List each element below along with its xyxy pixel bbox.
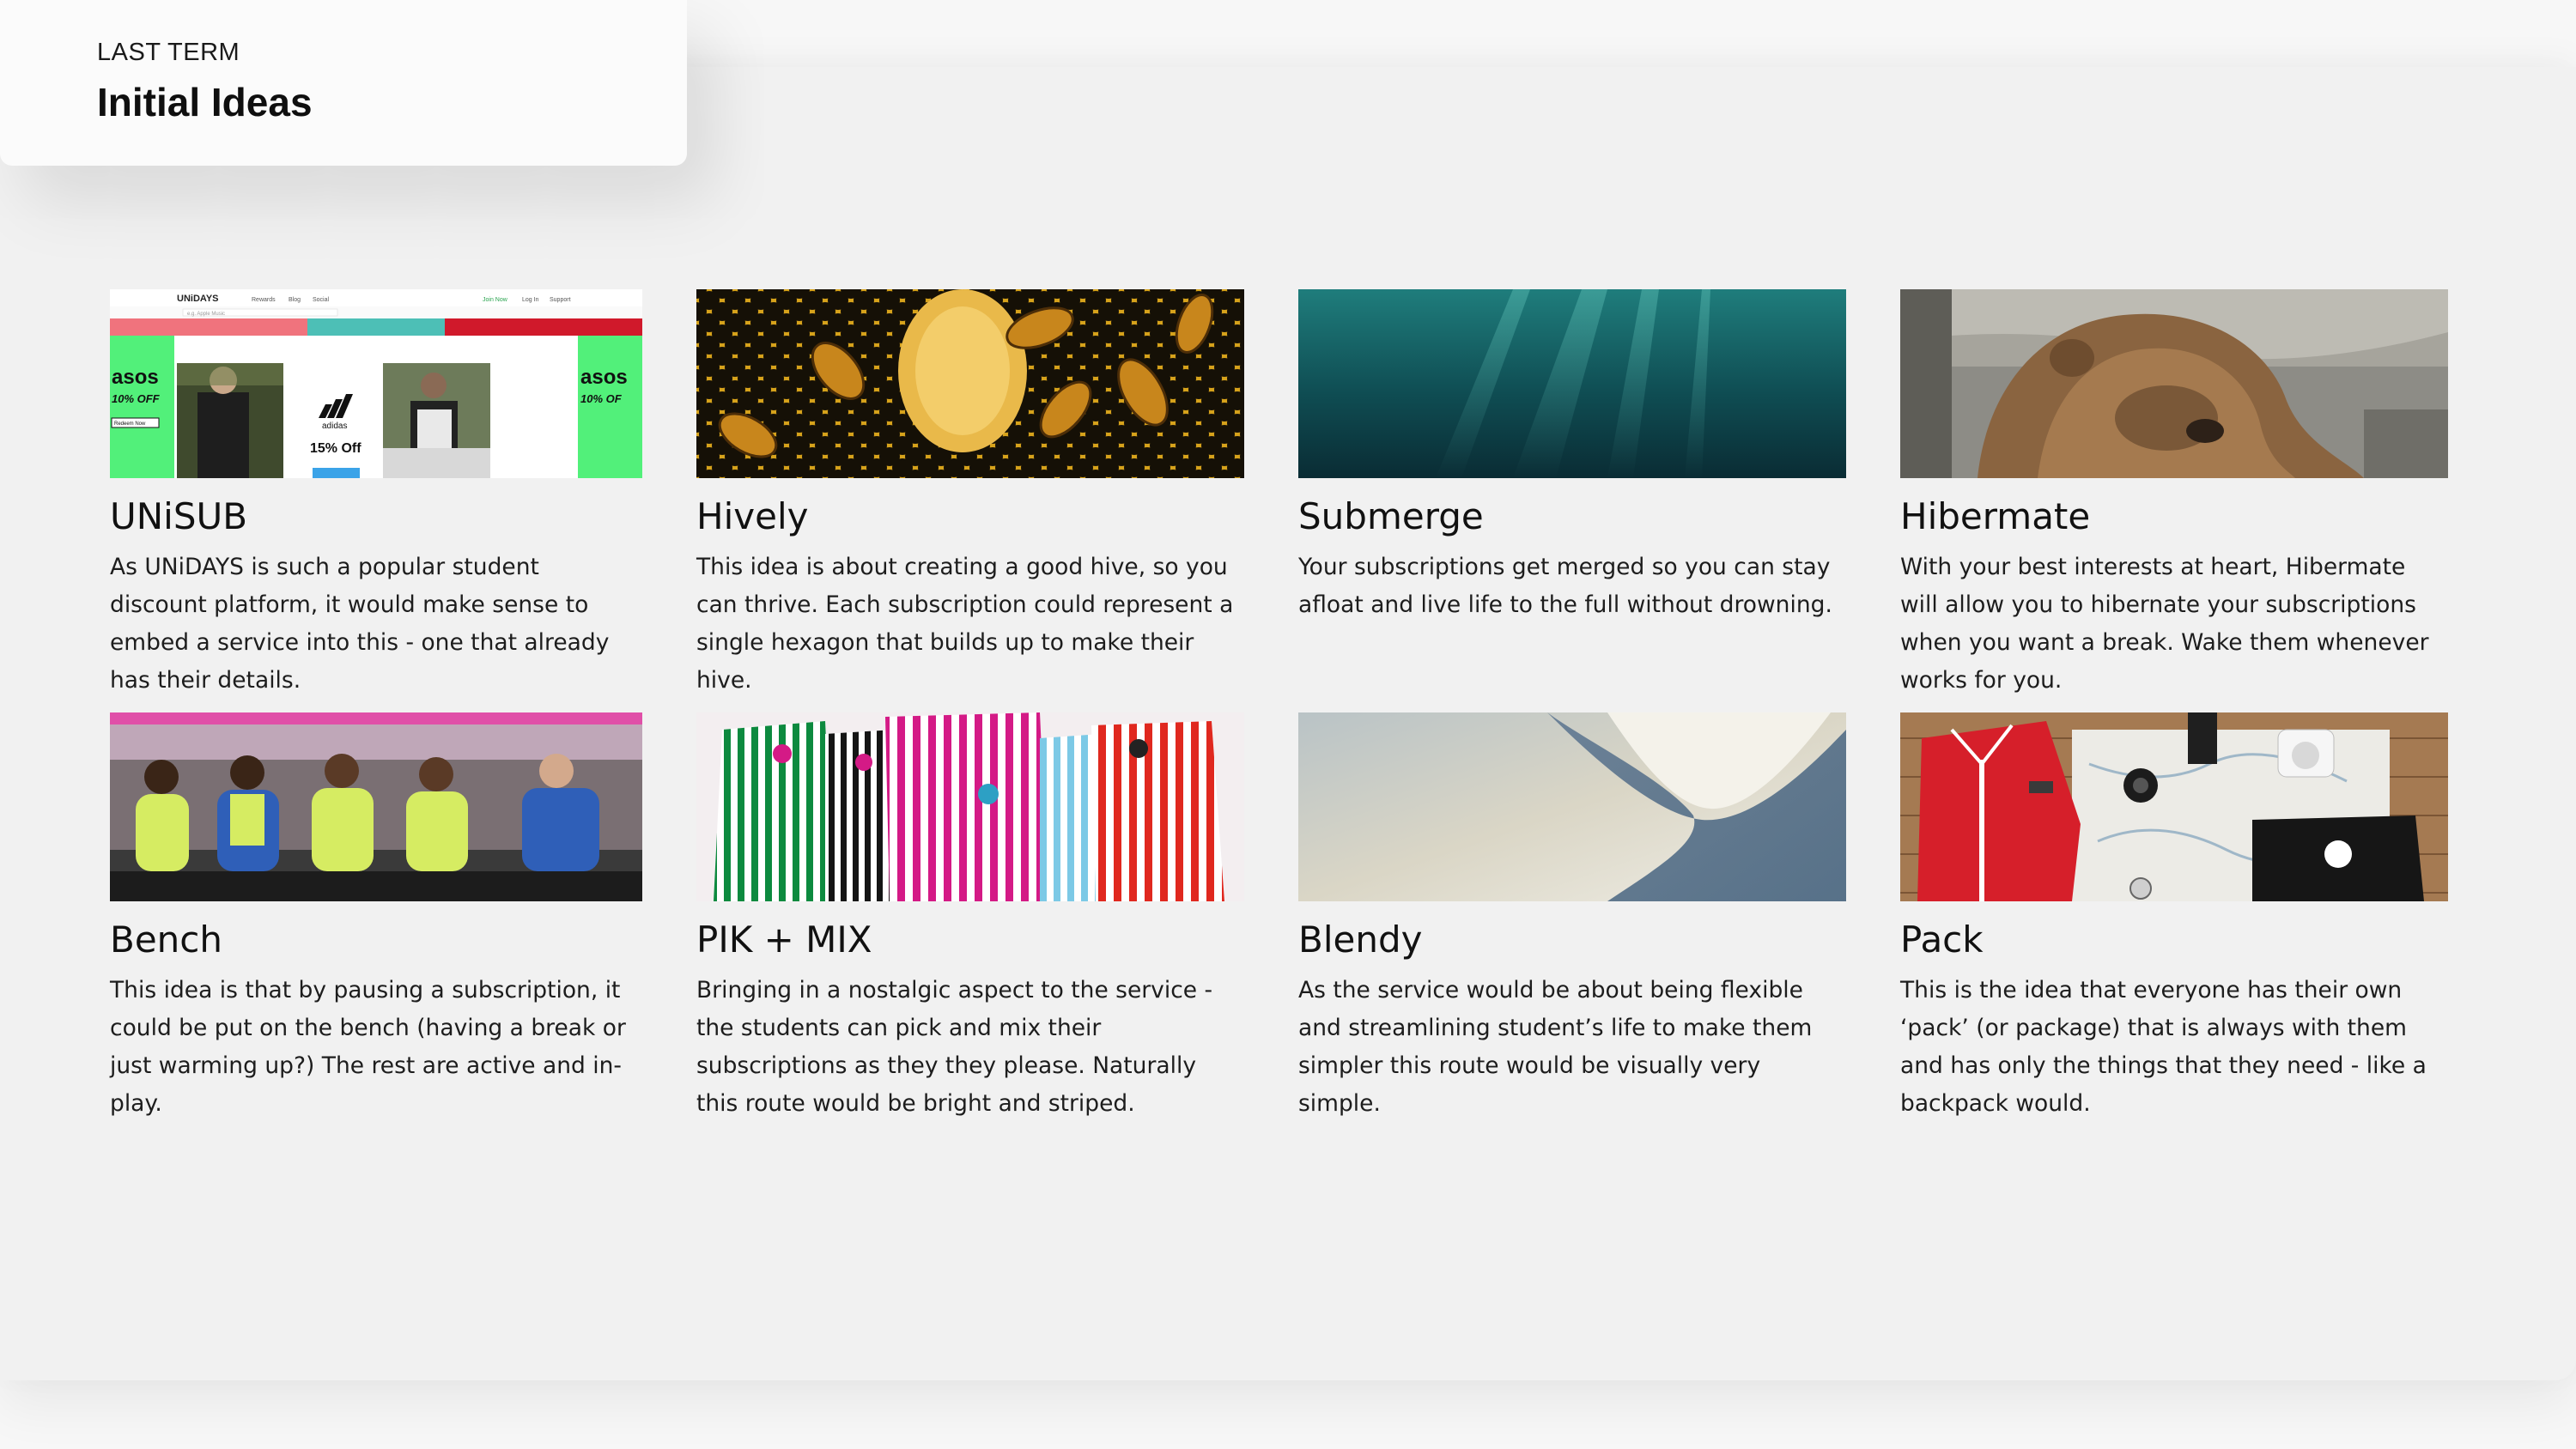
asos-redeem-label: Redeem Now [114, 421, 146, 427]
ideas-grid: UNiDAYS Rewards Blog Social Join Now Log… [110, 289, 2514, 1136]
svg-text:10% OF: 10% OF [580, 392, 623, 405]
idea-title: PIK + MIX [696, 919, 872, 961]
idea-title: Bench [110, 919, 222, 961]
idea-title: Submerge [1298, 495, 1484, 537]
idea-title: Hibermate [1900, 495, 2091, 537]
abstract-blend-image [1298, 712, 1846, 901]
unidays-nav-blog: Blog [289, 297, 301, 303]
page: LAST TERM Initial Ideas UNiDAYS Rewards … [0, 0, 2576, 1449]
unidays-nav-social: Social [313, 297, 330, 303]
section-title: Initial Ideas [97, 80, 313, 124]
idea-card-unisub[interactable]: UNiDAYS Rewards Blog Social Join Now Log… [110, 289, 642, 712]
sleeping-bear-image [1900, 289, 2448, 478]
unidays-website-image: UNiDAYS Rewards Blog Social Join Now Log… [110, 289, 642, 478]
idea-title: UNiSUB [110, 495, 248, 537]
adidas-offer: 15% Off [310, 441, 361, 456]
svg-text:asos: asos [580, 366, 628, 389]
idea-card-bench[interactable]: Bench This idea is that by pausing a sub… [110, 712, 642, 1136]
unidays-search-placeholder: e.g. Apple Music [187, 312, 225, 317]
section-kicker: LAST TERM [97, 39, 240, 66]
striped-sweet-bags-image [696, 712, 1244, 901]
idea-title: Blendy [1298, 919, 1423, 961]
idea-description: As UNiDAYS is such a popular student dis… [110, 554, 610, 694]
idea-card-pik-mix[interactable]: PIK + MIX Bringing in a nostalgic aspect… [696, 712, 1244, 1136]
idea-card-hibermate[interactable]: Hibermate With your best interests at he… [1900, 289, 2448, 712]
idea-title: Pack [1900, 919, 1984, 961]
unidays-login-link: Log In [522, 297, 539, 303]
football-bench-image [110, 712, 642, 901]
idea-card-pack[interactable]: Pack This is the idea that everyone has … [1900, 712, 2448, 1136]
adidas-wordmark: adidas [322, 421, 347, 431]
idea-description: This is the idea that everyone has their… [1900, 977, 2427, 1118]
unidays-support-link: Support [550, 297, 571, 303]
idea-description: This idea is about creating a good hive,… [696, 554, 1234, 694]
packed-gear-image [1900, 712, 2448, 901]
unidays-nav-rewards: Rewards [252, 297, 276, 303]
unidays-join-link: Join Now [483, 297, 508, 303]
idea-title: Hively [696, 495, 809, 537]
unidays-logo-text: UNiDAYS [177, 294, 219, 304]
idea-description: As the service would be about being flex… [1298, 977, 1813, 1118]
section-header-card: LAST TERM Initial Ideas [0, 0, 687, 166]
honeycomb-bees-image [696, 289, 1244, 478]
idea-description: Bringing in a nostalgic aspect to the se… [696, 977, 1213, 1118]
idea-card-submerge[interactable]: Submerge Your subscriptions get merged s… [1298, 289, 1846, 712]
underwater-image [1298, 289, 1846, 478]
asos-logo-left: asos [112, 366, 159, 389]
idea-description: This idea is that by pausing a subscript… [110, 977, 626, 1118]
asos-offer-left: 10% OFF [112, 392, 161, 405]
idea-card-blendy[interactable]: Blendy As the service would be about bei… [1298, 712, 1846, 1136]
idea-card-hively[interactable]: Hively This idea is about creating a goo… [696, 289, 1244, 712]
idea-description: With your best interests at heart, Hiber… [1900, 554, 2429, 694]
idea-description: Your subscriptions get merged so you can… [1298, 554, 1832, 619]
